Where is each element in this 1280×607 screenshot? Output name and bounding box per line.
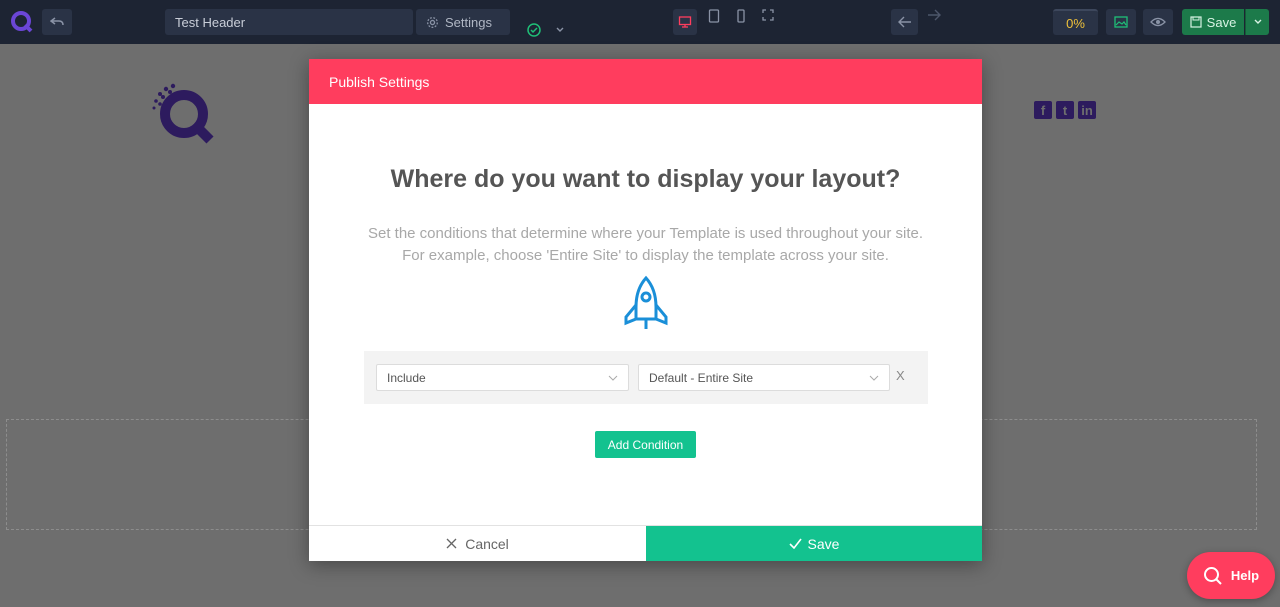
include-select[interactable]: Include [376,364,629,391]
modal-save-label: Save [807,535,840,552]
undo-button[interactable] [42,9,72,35]
description-line-2: For example, choose 'Entire Site' to dis… [402,247,889,264]
description-line-1: Set the conditions that determine where … [367,225,924,242]
facebook-icon[interactable]: f [1034,101,1052,119]
save-options-button[interactable] [1245,9,1269,35]
desktop-icon [678,16,692,28]
close-icon [446,538,457,549]
eye-icon [1150,17,1166,27]
gear-icon [427,16,438,28]
progress-indicator: 0% [1053,9,1098,35]
tablet-view-button[interactable] [702,9,726,23]
modal-header: Publish Settings [309,59,982,104]
modal-footer: Cancel Save [309,525,982,561]
tablet-icon [708,9,720,23]
help-label: Help [1230,568,1260,583]
condition-row: Include Default - Entire Site X [364,351,928,404]
mobile-icon [737,9,745,23]
undo-icon [50,17,64,26]
rocket-icon [624,275,668,329]
settings-label: Settings [445,14,492,30]
include-select-value: Include [387,370,426,385]
check-circle-icon [527,23,541,37]
media-button[interactable] [1106,9,1136,35]
template-title-field[interactable]: Test Header [165,9,564,37]
arrow-right-icon [927,9,941,21]
modal-save-button[interactable]: Save [646,526,982,561]
cancel-label: Cancel [465,535,509,552]
add-condition-button[interactable]: Add Condition [595,431,696,458]
settings-button[interactable]: Settings [416,9,510,35]
twitter-icon[interactable]: t [1056,101,1074,119]
remove-condition-button[interactable]: X [896,368,905,383]
condition-target-value: Default - Entire Site [649,370,754,385]
social-links: f t in [1034,101,1096,119]
desktop-view-button[interactable] [673,9,697,35]
condition-target-select[interactable]: Default - Entire Site [638,364,890,391]
arrow-left-icon [897,16,911,28]
toolbar-save-label: Save [1206,14,1237,30]
fullscreen-button[interactable] [756,9,780,21]
search-icon [1203,566,1222,585]
linkedin-icon[interactable]: in [1078,101,1096,119]
top-toolbar: Test Header Settings 0% Save [0,0,1280,44]
save-disk-icon [1190,16,1202,28]
preview-button[interactable] [1143,9,1173,35]
chevron-down-icon [608,375,618,381]
checkmark-icon [788,538,802,549]
forward-button[interactable] [920,9,947,21]
image-icon [1114,16,1128,28]
toolbar-save-button[interactable]: Save [1182,9,1244,35]
back-button[interactable] [891,9,918,35]
logo-q-icon [11,11,33,33]
chevron-down-icon[interactable] [555,23,565,37]
cancel-button[interactable]: Cancel [309,526,646,561]
chevron-down-icon [869,375,879,381]
publish-settings-modal: Publish Settings Where do you want to di… [309,59,982,561]
template-title: Test Header [175,14,246,30]
mobile-view-button[interactable] [729,9,753,23]
help-button[interactable]: Help [1187,552,1275,599]
modal-title: Where do you want to display your layout… [390,165,901,193]
modal-description: Set the conditions that determine where … [349,223,942,267]
site-logo-icon [152,83,214,144]
app-logo[interactable] [8,8,36,36]
chevron-down-icon [1254,19,1261,24]
fullscreen-icon [762,9,774,21]
